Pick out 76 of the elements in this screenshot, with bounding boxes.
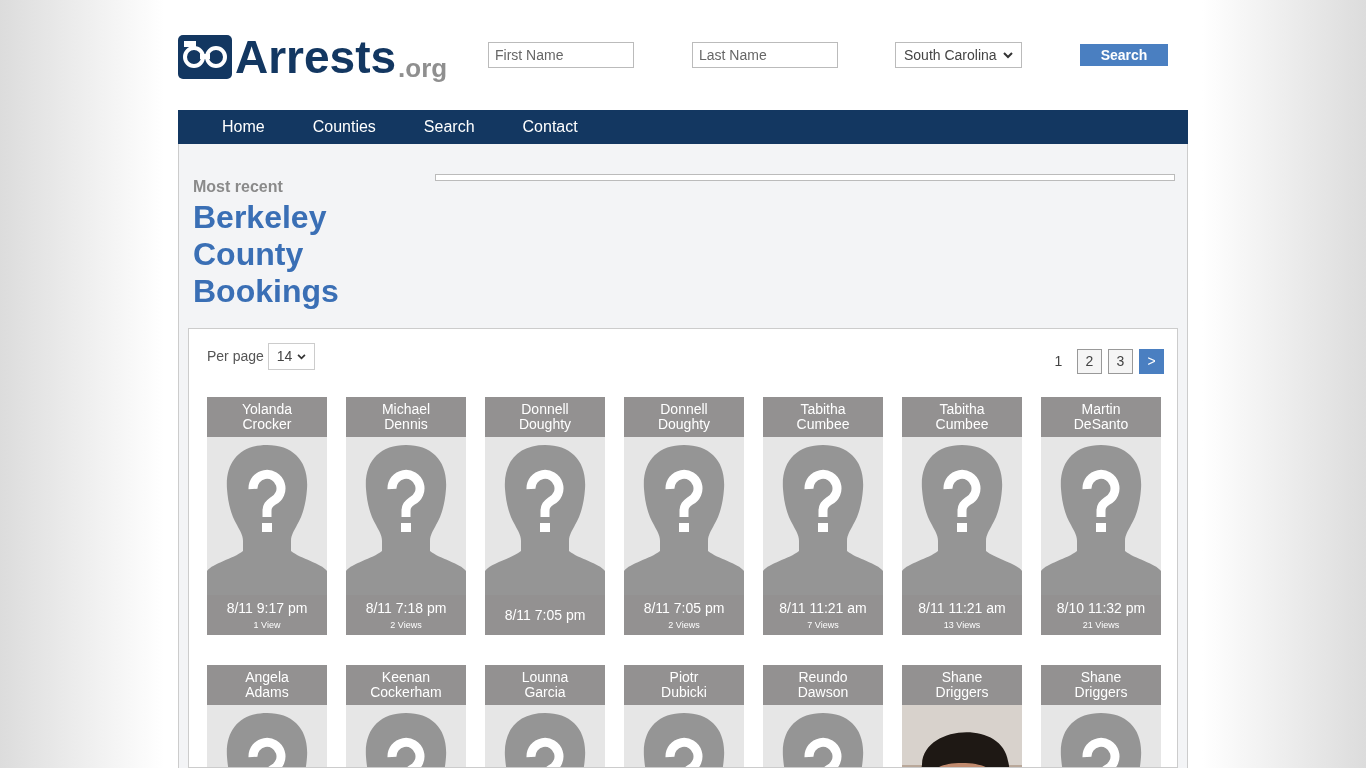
last-name: Cockerham: [370, 685, 442, 700]
last-name: Cumbee: [796, 417, 850, 432]
booking-card[interactable]: Tabitha Cumbee 8/11 11:21 am 7 Views: [763, 397, 883, 635]
first-name: Donnell: [660, 402, 708, 417]
chevron-down-icon: [296, 353, 306, 360]
booking-time: 8/11 9:17 pm: [226, 599, 308, 617]
booking-card[interactable]: Yolanda Crocker 8/11 9:17 pm 1 View: [207, 397, 327, 635]
booking-time: 8/11 11:21 am: [918, 599, 1006, 617]
first-name: Michael: [381, 402, 431, 417]
last-name: DeSanto: [1073, 417, 1129, 432]
last-name: Dennis: [384, 417, 428, 432]
per-page-select[interactable]: 14: [267, 343, 315, 370]
last-name: Crocker: [242, 417, 292, 432]
last-name: Doughty: [657, 417, 711, 432]
view-count: 7 Views: [807, 618, 839, 631]
first-name: Reundo: [798, 670, 848, 685]
state-select[interactable]: South Carolina: [895, 42, 1022, 68]
last-name: Adams: [245, 685, 289, 700]
section-kicker: Most recent: [193, 177, 284, 197]
view-count: 1 View: [253, 618, 281, 631]
booking-time: 8/11 7:05 pm: [504, 606, 586, 624]
first-name: Shane: [941, 670, 983, 685]
nav-link[interactable]: Search: [423, 115, 475, 139]
page-button[interactable]: 2: [1077, 349, 1102, 374]
nav-link[interactable]: Contact: [522, 115, 578, 139]
first-name: Donnell: [521, 402, 569, 417]
first-name: Shane: [1080, 670, 1122, 685]
booking-card[interactable]: Shane Driggers: [902, 665, 1022, 767]
handcuffs-logo-icon: [178, 35, 232, 79]
booking-time: 8/11 7:05 pm: [643, 599, 725, 617]
booking-card[interactable]: Tabitha Cumbee 8/11 11:21 am 13 Views: [902, 397, 1022, 635]
first-name: Tabitha: [800, 402, 846, 417]
first-name: Lounna: [521, 670, 569, 685]
page-number[interactable]: 1: [1046, 349, 1071, 374]
booking-time: 8/10 11:32 pm: [1056, 599, 1146, 617]
last-name: Driggers: [935, 685, 989, 700]
first-name: Keenan: [381, 670, 431, 685]
booking-card[interactable]: Martin DeSanto 8/10 11:32 pm 21 Views: [1041, 397, 1161, 635]
first-name: Piotr: [669, 670, 699, 685]
last-name: Doughty: [518, 417, 572, 432]
booking-card[interactable]: Michael Dennis 8/11 7:18 pm 2 Views: [346, 397, 466, 635]
booking-card[interactable]: Keenan Cockerham: [346, 665, 466, 767]
last-name: Dawson: [797, 685, 849, 700]
first-name: Angela: [245, 670, 289, 685]
logo-text[interactable]: Arrests: [235, 35, 397, 79]
first-name: Martin: [1081, 402, 1121, 417]
last-name: Driggers: [1074, 685, 1128, 700]
next-page-button[interactable]: >: [1139, 349, 1164, 374]
logo-suffix: .org: [398, 55, 448, 81]
page-button[interactable]: 3: [1108, 349, 1133, 374]
booking-card[interactable]: Lounna Garcia: [485, 665, 605, 767]
page-heading: Berkeley County Bookings: [193, 199, 340, 310]
per-page-label: Per page: [207, 347, 264, 366]
first-name: Yolanda: [241, 402, 293, 417]
booking-card[interactable]: Angela Adams: [207, 665, 327, 767]
last-name-field[interactable]: Last Name: [692, 42, 838, 68]
last-name: Dubicki: [661, 685, 707, 700]
view-count: 2 Views: [390, 618, 422, 631]
first-name-field[interactable]: First Name: [488, 42, 634, 68]
booking-card[interactable]: Shane Driggers: [1041, 665, 1161, 767]
nav-link[interactable]: Counties: [312, 115, 376, 139]
chevron-down-icon: [1003, 51, 1013, 59]
view-count: 2 Views: [668, 618, 700, 631]
booking-card[interactable]: Piotr Dubicki: [624, 665, 744, 767]
booking-card[interactable]: Donnell Doughty 8/11 7:05 pm: [485, 397, 605, 635]
booking-time: 8/11 11:21 am: [779, 599, 867, 617]
booking-time: 8/11 7:18 pm: [365, 599, 447, 617]
booking-card[interactable]: Reundo Dawson: [763, 665, 883, 767]
booking-card[interactable]: Donnell Doughty 8/11 7:05 pm 2 Views: [624, 397, 744, 635]
nav-link[interactable]: Home: [222, 115, 265, 139]
last-name: Cumbee: [935, 417, 989, 432]
last-name: Garcia: [524, 685, 566, 700]
first-name: Tabitha: [939, 402, 985, 417]
search-button[interactable]: Search: [1080, 44, 1168, 66]
view-count: 21 Views: [1082, 618, 1120, 631]
view-count: 13 Views: [943, 618, 981, 631]
